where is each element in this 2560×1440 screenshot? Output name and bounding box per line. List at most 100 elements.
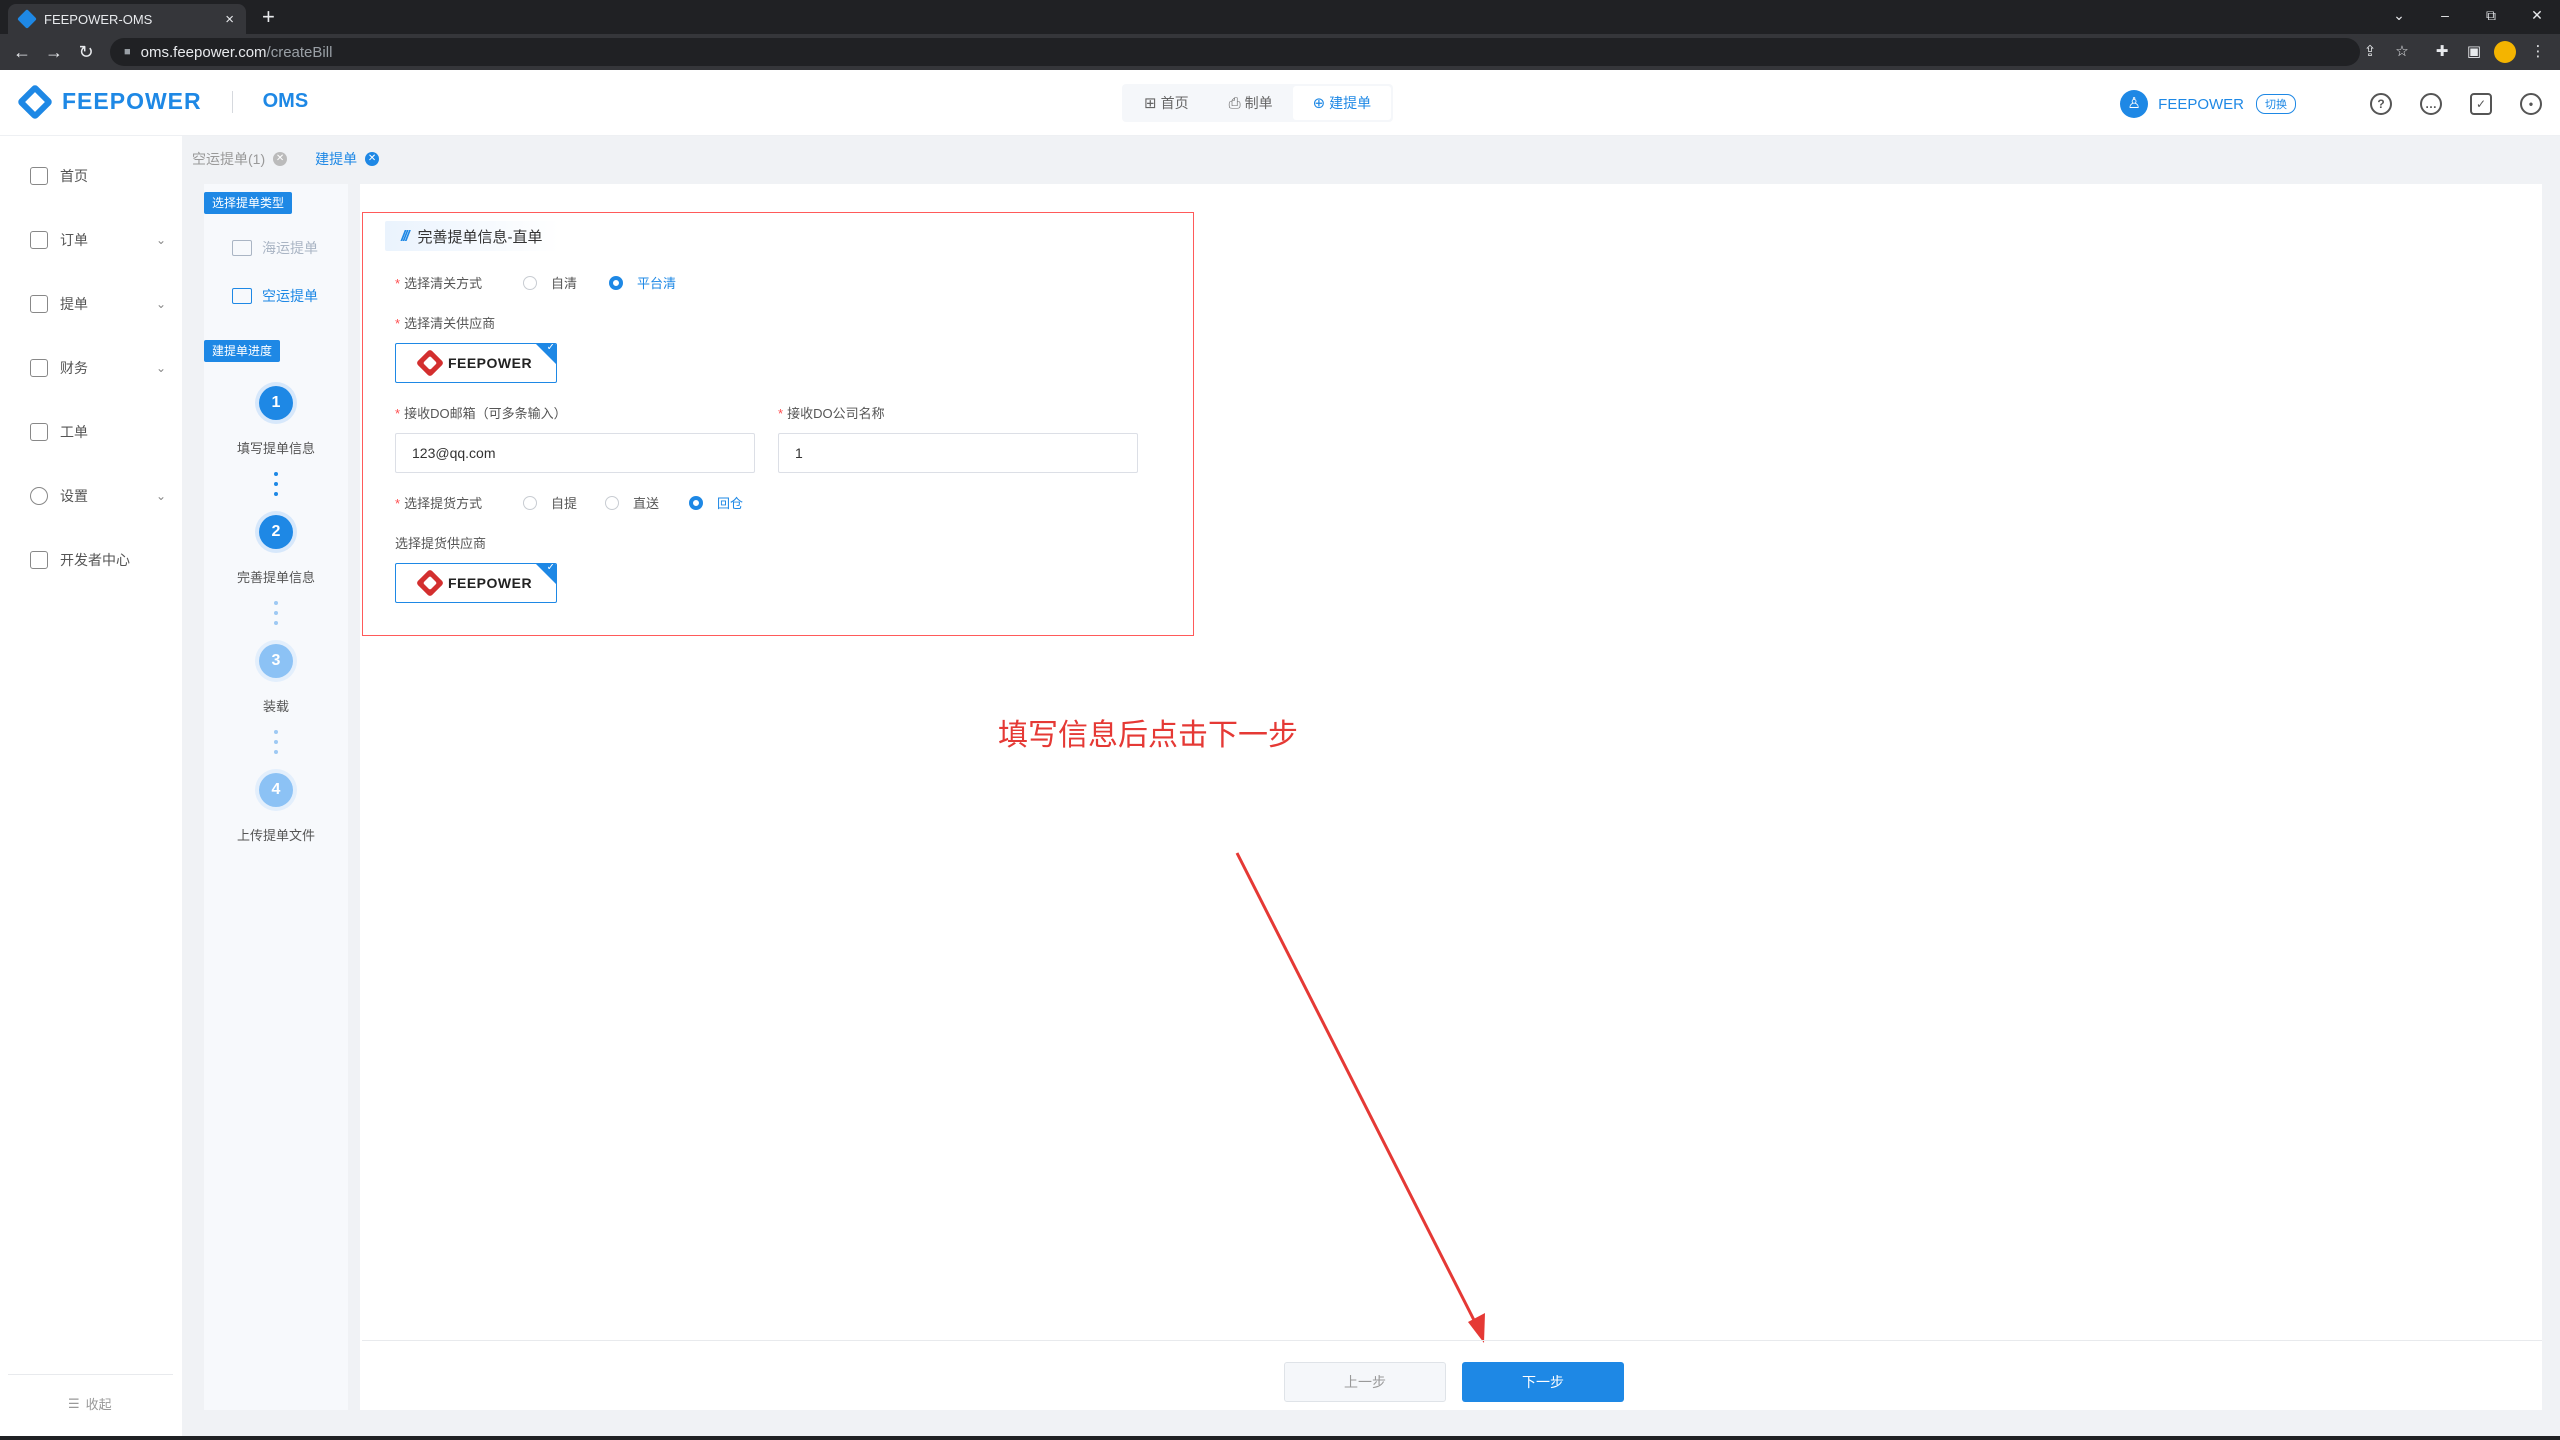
url-field[interactable]: ■ oms.feepower.com/createBill (110, 38, 2360, 66)
progress-tag: 建提单进度 (204, 340, 281, 362)
bill-type-sea[interactable]: 海运提单 (232, 238, 318, 258)
page-tab-air-bill[interactable]: 空运提单(1) ✕ (192, 149, 288, 169)
tab-close-icon[interactable]: × (225, 11, 234, 28)
annotation-text: 填写信息后点击下一步 (998, 718, 1298, 753)
radio-platform-clear[interactable]: 平台清 (609, 273, 676, 292)
close-window-icon[interactable]: ✕ (2514, 0, 2560, 34)
sidebar-item-settings[interactable]: 设置 ⌄ (30, 482, 166, 510)
next-step-button[interactable]: 下一步 (1462, 1362, 1624, 1402)
sidebar-item-developer[interactable]: 开发者中心 (30, 546, 166, 574)
radio-label: 直送 (633, 496, 660, 511)
user-icon[interactable]: • (2520, 93, 2542, 115)
ticket-icon (30, 423, 48, 441)
radio-return-warehouse[interactable]: 回仓 (689, 493, 743, 512)
step-panel: 选择提单类型 海运提单 空运提单 建提单进度 1 填写提单信息 2 完善提单信息… (204, 184, 348, 1410)
top-nav-label: 建提单 (1329, 95, 1372, 111)
prev-step-button[interactable]: 上一步 (1284, 1362, 1446, 1402)
share-icon[interactable]: ⇪ (2356, 34, 2384, 70)
close-icon[interactable]: ✕ (273, 152, 288, 166)
pickup-vendor-label: 选择提货供应商 (395, 536, 487, 551)
back-icon[interactable]: ← (8, 34, 36, 70)
step-2-label: 完善提单信息 (236, 570, 315, 585)
sidebar-item-label: 财务 (60, 360, 88, 376)
menu-icon[interactable]: ⋮ (2524, 34, 2552, 70)
step-1-label: 填写提单信息 (236, 441, 315, 456)
switch-account-button[interactable]: 切换 (2256, 94, 2296, 114)
forward-icon[interactable]: → (40, 34, 68, 70)
check-icon: ✓ (546, 563, 555, 573)
profile-icon[interactable] (2494, 41, 2516, 63)
section-marker-icon: /// (401, 227, 409, 245)
page-tab-create-bill[interactable]: 建提单 ✕ (315, 149, 380, 169)
radio-dot (523, 495, 537, 510)
vendor-name: FEEPOWER (447, 575, 533, 591)
customs-vendor-card[interactable]: FEEPOWER ✓ (395, 343, 557, 383)
settings-icon (30, 487, 48, 505)
pickup-vendor-card[interactable]: FEEPOWER ✓ (395, 563, 557, 603)
close-icon[interactable]: ✕ (365, 152, 380, 166)
radio-self-pickup[interactable]: 自提 (523, 493, 577, 512)
customs-vendor-label-text: 选择清关供应商 (404, 316, 496, 331)
radio-direct-delivery[interactable]: 直送 (605, 493, 659, 512)
divider (362, 1340, 2542, 1341)
grid-icon: ⊞ (1144, 95, 1157, 112)
top-nav: ⊞ 首页 ⎙ 制单 ⊕ 建提单 (1122, 84, 1394, 122)
sidebar-item-label: 首页 (60, 168, 88, 184)
radio-dot (609, 275, 623, 290)
puzzle-icon[interactable]: ✚ (2428, 34, 2456, 70)
do-email-field[interactable] (395, 433, 755, 473)
plane-icon (232, 288, 252, 304)
star-icon[interactable]: ☆ (2388, 34, 2416, 70)
new-tab-button[interactable]: + (262, 4, 275, 30)
sidebar-item-finance[interactable]: 财务 ⌄ (30, 354, 166, 382)
step-3-circle: 3 (259, 644, 293, 678)
sidebar-item-home[interactable]: 首页 (30, 162, 166, 190)
developer-icon (30, 551, 48, 569)
brand-name: FEEPOWER (62, 88, 202, 114)
top-nav-create-order[interactable]: ⎙ 制单 (1209, 86, 1293, 120)
customs-vendor-label: * 选择清关供应商 (395, 316, 496, 331)
sidebar-item-bills[interactable]: 提单 ⌄ (30, 290, 166, 318)
browser-tab[interactable]: FEEPOWER-OMS × (8, 4, 246, 34)
minimize-icon[interactable]: – (2422, 0, 2468, 34)
reload-icon[interactable]: ↻ (72, 34, 100, 70)
collapse-sidebar-button[interactable]: ☰ 收起 (68, 1394, 112, 1413)
sidebar-item-orders[interactable]: 订单 ⌄ (30, 226, 166, 254)
step-1-circle: 1 (259, 386, 293, 420)
collapse-label: 收起 (85, 1397, 112, 1412)
bill-type-air[interactable]: 空运提单 (232, 286, 318, 306)
chevron-down-icon: ⌄ (155, 489, 166, 503)
chevron-down-icon: ⌄ (155, 297, 166, 311)
lock-icon: ■ (124, 46, 131, 58)
customs-method-label: * 选择清关方式 (395, 276, 483, 291)
address-bar: ← → ↻ ■ oms.feepower.com/createBill ⇪ ☆ … (0, 34, 2560, 70)
radio-self-clear[interactable]: 自清 (523, 273, 577, 292)
sidebar-item-tickets[interactable]: 工单 (30, 418, 166, 446)
help-icon[interactable]: ? (2370, 93, 2392, 115)
top-nav-label: 首页 (1160, 95, 1189, 111)
top-nav-home[interactable]: ⊞ 首页 (1124, 86, 1209, 120)
do-email-label: * 接收DO邮箱（可多条输入） (395, 406, 567, 421)
calendar-icon[interactable]: ✓ (2470, 93, 2492, 115)
tab-search-icon[interactable]: ⌄ (2376, 0, 2422, 34)
browser-tab-title: FEEPOWER-OMS (44, 11, 153, 27)
user-name: FEEPOWER (2158, 95, 2244, 113)
step-connector (274, 730, 278, 760)
top-nav-create-bill[interactable]: ⊕ 建提单 (1292, 86, 1392, 120)
sidepanel-icon[interactable]: ▣ (2460, 34, 2488, 70)
top-nav-label: 制单 (1244, 95, 1273, 111)
message-icon[interactable]: … (2420, 93, 2442, 115)
do-company-label: * 接收DO公司名称 (778, 406, 885, 421)
divider (8, 1374, 173, 1375)
logo[interactable]: FEEPOWER OMS (16, 83, 308, 120)
taskbar-edge (0, 1436, 2560, 1440)
restore-icon[interactable]: ⧉ (2468, 0, 2514, 34)
sidebar: 首页 订单 ⌄ 提单 ⌄ 财务 ⌄ 工单 设置 ⌄ 开发者中心 (0, 136, 182, 1440)
vendor-name: FEEPOWER (447, 355, 533, 371)
section-title: /// 完善提单信息-直单 (385, 221, 559, 251)
do-email-label-text: 接收DO邮箱（可多条输入） (404, 406, 567, 421)
favicon-icon (17, 9, 37, 29)
customs-method-label-text: 选择清关方式 (404, 276, 483, 291)
do-company-field[interactable] (778, 433, 1138, 473)
avatar[interactable]: ♙ (2120, 90, 2149, 118)
